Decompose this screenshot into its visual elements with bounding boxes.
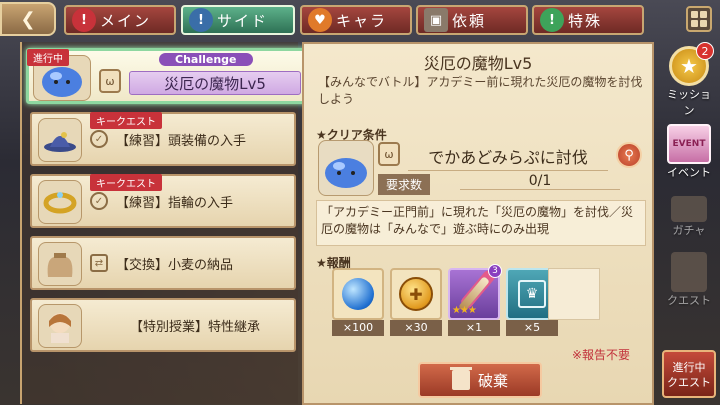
gem-icon	[332, 268, 384, 320]
hat-thumbnail	[38, 118, 82, 162]
trash-icon	[449, 367, 472, 390]
slime-thumbnail	[318, 140, 374, 196]
quest-item[interactable]: 【特別授業】特性継承	[30, 298, 296, 352]
tab-main[interactable]: ! メイン	[64, 5, 176, 35]
quest-book-icon	[671, 252, 707, 292]
party-face-icon: ω	[378, 142, 400, 166]
search-icon[interactable]: ⚲	[616, 142, 642, 168]
ongoing-line2: クエスト	[667, 376, 711, 389]
party-face-icon: ω	[99, 69, 121, 93]
quest-title-text: 災厄の魔物Lv5	[164, 74, 266, 93]
tab-request[interactable]: ▣ 依頼	[416, 5, 528, 35]
tab-side-label: サイド	[217, 11, 269, 30]
reward-count: ×1	[448, 320, 500, 336]
in-progress-badge: 進行中	[27, 49, 69, 66]
coin-icon: ✚	[390, 268, 442, 320]
portrait-icon: ▣	[424, 8, 448, 32]
quest-item-active[interactable]: 進行中 ω Challenge 災厄の魔物Lv5	[26, 48, 310, 104]
menu-grid-button[interactable]	[686, 6, 712, 32]
reward-count: ×30	[390, 320, 442, 336]
heart-icon: ♥	[308, 8, 332, 32]
back-arrow-icon: ❮	[20, 8, 36, 30]
mission-label: ミッション	[667, 88, 711, 117]
tab-chara-label: キャラ	[336, 11, 388, 30]
clear-condition-box: ω でかあどみらぷに討伐 ⚲ 要求数 0/1	[312, 140, 648, 204]
event-button[interactable]: EVENT イベント	[662, 124, 716, 180]
stars-icon: ★★★	[452, 305, 477, 316]
staff-icon: 3 ★★★	[448, 264, 502, 320]
discard-button[interactable]: 破棄	[418, 362, 542, 398]
quest-detail-panel: 災厄の魔物Lv5 【みんなでバトル】アカデミー前に現れた災厄の魔物を討伐しよう …	[302, 42, 654, 405]
mission-button[interactable]: ★ 2 ミッション	[662, 42, 716, 118]
quest-item[interactable]: ✓ キークエスト 【練習】頭装備の入手	[30, 112, 296, 166]
quest-title: 災厄の魔物Lv5	[129, 71, 301, 95]
quest-item[interactable]: ✓ キークエスト 【練習】指輪の入手	[30, 174, 296, 228]
ring-thumbnail	[38, 180, 82, 224]
quest-title: 【練習】指輪の入手	[116, 196, 234, 211]
level-badge: 3	[488, 264, 502, 278]
tab-main-label: メイン	[100, 11, 152, 30]
exclaim-icon: !	[540, 8, 564, 32]
quest-title: 【練習】頭装備の入手	[116, 134, 247, 149]
tab-side[interactable]: ! サイド	[181, 5, 295, 35]
compass-icon: ✓	[90, 192, 108, 210]
gacha-button[interactable]: ガチャ	[662, 196, 716, 238]
tab-chara[interactable]: ♥ キャラ	[300, 5, 412, 35]
quest-label: クエスト	[667, 294, 711, 307]
event-card-icon: EVENT	[667, 124, 711, 164]
no-report-note: ※報告不要	[572, 348, 631, 362]
key-quest-badge: キークエスト	[90, 112, 162, 129]
reward-count: ×5	[506, 320, 558, 336]
reward-item[interactable]: 3 ★★★ ×1	[448, 264, 502, 340]
tab-request-label: 依頼	[452, 11, 487, 30]
quest-title: 【交換】小麦の納品	[116, 258, 234, 273]
condition-text: でかあどみらぷに討伐	[408, 144, 608, 171]
required-count-label: 要求数	[378, 174, 431, 195]
key-quest-badge: キークエスト	[90, 174, 162, 191]
top-bar: ❮ ! メイン ! サイド ♥ キャラ ▣ 依頼 ! 特殊	[0, 0, 720, 38]
exclaim-icon: !	[72, 8, 96, 32]
notification-badge: 2	[696, 42, 714, 60]
compass-icon: ✓	[90, 130, 108, 148]
ongoing-quest-button[interactable]: 進行中 クエスト	[662, 350, 716, 398]
reward-item[interactable]: ×100	[332, 268, 384, 340]
reward-count: ×100	[332, 320, 384, 336]
quest-button[interactable]: クエスト	[662, 252, 716, 308]
back-button[interactable]: ❮	[0, 2, 56, 36]
reward-list: ×100 ✚ ×30 3 ★★★ ×1 ♛ ×5	[324, 264, 614, 352]
detail-description: 【みんなでバトル】アカデミー前に現れた災厄の魔物を討伐しよう	[318, 75, 643, 106]
detail-title: 災厄の魔物Lv5	[423, 54, 533, 73]
gacha-icon	[671, 196, 707, 222]
required-count-value: 0/1	[460, 173, 620, 190]
reward-slot-empty	[548, 268, 600, 320]
quest-title: 【特別授業】特性継承	[130, 320, 261, 335]
tab-special-label: 特殊	[568, 11, 603, 30]
challenge-badge: Challenge	[159, 53, 253, 66]
quest-item[interactable]: ⇄ 【交換】小麦の納品	[30, 236, 296, 290]
reward-item[interactable]: ✚ ×30	[390, 268, 442, 340]
ongoing-line1: 進行中	[672, 361, 706, 374]
event-label: イベント	[667, 166, 711, 179]
exchange-icon: ⇄	[90, 254, 108, 272]
tab-special[interactable]: ! 特殊	[532, 5, 644, 35]
wheat-sack-thumbnail	[38, 242, 82, 286]
gacha-label: ガチャ	[672, 224, 706, 237]
condition-note: 「アカデミー正門前」に現れた「災厄の魔物」を討伐／災厄の魔物は「みんなで」遊ぶ時…	[316, 200, 646, 246]
quest-list: 進行中 ω Challenge 災厄の魔物Lv5 ✓ キークエスト 【練習】頭装…	[20, 42, 310, 404]
character-thumbnail	[38, 304, 82, 348]
exclaim-icon: !	[189, 8, 213, 32]
discard-label: 破棄	[477, 371, 508, 390]
